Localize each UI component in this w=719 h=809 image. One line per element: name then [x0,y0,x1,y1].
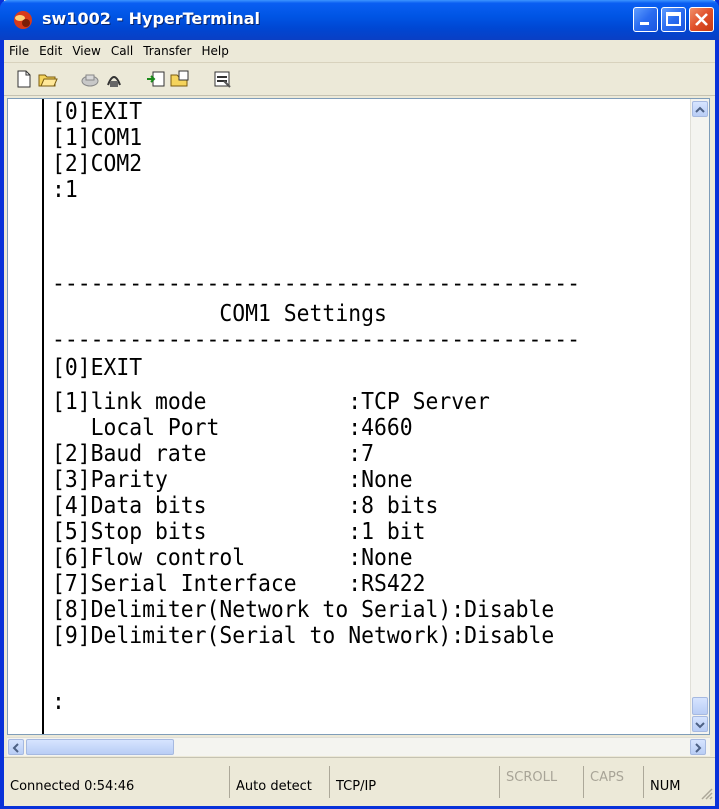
receive-icon[interactable] [170,69,190,89]
terminal-line: ----------------------------------------… [52,271,580,297]
chevron-down-icon [695,722,705,729]
terminal-line: ----------------------------------------… [52,327,580,353]
maximize-icon [666,12,681,26]
window-title: sw1002 - HyperTerminal [42,9,260,28]
title-bar[interactable]: sw1002 - HyperTerminal [0,0,719,40]
status-caps: CAPS [584,766,644,798]
scroll-thumb[interactable] [692,697,708,715]
terminal-prompt: : [52,689,65,715]
scroll-up-button[interactable] [692,101,708,117]
properties-icon[interactable] [212,69,232,89]
menu-file[interactable]: File [4,41,34,58]
close-icon [695,13,708,26]
terminal-line: [7]Serial Interface :RS422 [52,571,426,597]
terminal-line: [9]Delimiter(Serial to Network):Disable [52,623,555,649]
chevron-left-icon [12,743,19,753]
menu-view[interactable]: View [67,41,105,58]
status-bar: Connected 0:54:46 Auto detect TCP/IP SCR… [4,757,715,806]
scroll-left-button[interactable] [8,739,24,755]
menu-help[interactable]: Help [197,41,234,58]
hyperterminal-app-icon [14,11,32,29]
menu-edit[interactable]: Edit [34,41,67,58]
terminal-line: [2]Baud rate :7 [52,441,374,467]
open-icon[interactable] [38,69,58,89]
terminal-line: [3]Parity :None [52,467,413,493]
scroll-down-button[interactable] [692,716,708,732]
terminal-line: [2]COM2 [52,151,143,177]
terminal-line: [6]Flow control :None [52,545,413,571]
terminal-line: [8]Delimiter(Network to Serial):Disable [52,597,555,623]
horizontal-scroll-thumb[interactable] [26,739,174,755]
terminal-line: [4]Data bits :8 bits [52,493,439,519]
toolbar [4,63,715,96]
terminal-line: [0]EXIT [52,355,143,381]
menu-bar: File Edit View Call Transfer Help [4,40,715,63]
chevron-right-icon [695,743,702,753]
disconnect-icon[interactable] [80,69,100,89]
terminal-line: [1]COM1 [52,125,143,151]
close-button[interactable] [689,7,714,32]
menu-call[interactable]: Call [106,41,138,58]
hyperterminal-window: sw1002 - HyperTerminal File Edit View Call T… [0,0,719,809]
terminal-line: [0]EXIT [52,99,143,125]
new-icon[interactable] [14,69,34,89]
terminal-frame: [0]EXIT [1]COM1 [2]COM2 :1 -------------… [7,98,710,735]
dial-icon[interactable] [104,69,124,89]
terminal-line: COM1 Settings [52,301,387,327]
chevron-up-icon [695,106,705,113]
status-detect: Auto detect [230,766,330,798]
send-icon[interactable] [146,69,166,89]
terminal-line: :1 [52,177,78,203]
status-protocol: TCP/IP [330,766,500,798]
status-num: NUM [650,779,681,794]
minimize-icon [640,22,649,25]
resize-grip-icon[interactable] [699,786,713,800]
status-connected-time: Connected 0:54:46 [4,766,230,798]
scroll-right-button[interactable] [690,739,706,755]
status-scroll: SCROLL [500,766,584,798]
minimize-button[interactable] [633,7,658,32]
terminal-screen[interactable]: [0]EXIT [1]COM1 [2]COM2 :1 -------------… [42,99,692,734]
vertical-scrollbar[interactable] [690,99,709,734]
terminal-line: [1]link mode :TCP Server [52,389,490,415]
terminal-line: Local Port :4660 [52,415,413,441]
maximize-button[interactable] [661,7,686,32]
menu-transfer[interactable]: Transfer [138,41,196,58]
terminal-line: [5]Stop bits :1 bit [52,519,426,545]
horizontal-scrollbar[interactable] [7,737,710,756]
